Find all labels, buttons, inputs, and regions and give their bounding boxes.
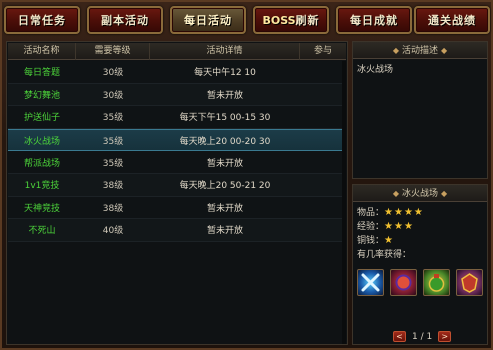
green-pouch-icon[interactable]: [423, 269, 450, 296]
rewards-title: 冰火战场: [401, 189, 438, 199]
activity-level: 30级: [102, 68, 124, 79]
description-header-label: 活动描述: [401, 46, 438, 56]
activity-name: 天神竞技: [23, 203, 60, 214]
next-page-button[interactable]: >: [438, 331, 452, 342]
table-header: 活动名称 需要等级 活动详情 参与: [8, 43, 346, 60]
activity-name: 1v1竞技: [24, 181, 60, 192]
ornament-icon: ◆: [441, 46, 448, 55]
activity-level: 40级: [102, 226, 124, 237]
rewards-panel: ◆ 冰火战场 ◆ 物品： ★★★★ 经验： ★★★ 铜钱： ★ 有几率获得： < 1…: [352, 184, 488, 345]
table-row[interactable]: 帮派战场 35级 暂未开放: [8, 151, 346, 174]
tab-label: 副本活动: [101, 14, 149, 27]
star-icon: ★: [393, 221, 403, 232]
ornament-icon: ◆: [392, 46, 399, 55]
tab-label-prefix: BOSS: [262, 13, 296, 27]
star-icon: ★: [403, 207, 413, 218]
prev-page-button[interactable]: <: [393, 331, 406, 342]
ornament-icon: ◆: [392, 189, 399, 198]
tab-label: 日常任务: [18, 14, 66, 27]
activity-detail: 暂未开放: [206, 226, 243, 237]
star-icon: ★: [384, 235, 393, 246]
table-row[interactable]: 不死山 40级 暂未开放: [8, 219, 346, 242]
tab-dungeon-events[interactable]: 副本活动: [87, 6, 163, 34]
activity-name: 帮派战场: [23, 158, 60, 169]
table-row[interactable]: 梦幻舞池 30级 暂未开放: [8, 83, 346, 107]
crossed-blades-icon[interactable]: [357, 269, 384, 296]
tab-bar: 日常任务 副本活动 每日活动 BOSS 刷新 每日成就 通关战绩: [2, 6, 491, 36]
star-icon: ★: [413, 207, 423, 218]
activity-level: 30级: [102, 90, 124, 101]
activity-table-panel: 活动名称 需要等级 活动详情 参与 每日答题 30级 每天中午12 10 梦幻舞…: [6, 41, 348, 345]
page-indicator: 1 / 1: [412, 331, 433, 342]
activity-detail: 每天中午12 10: [194, 68, 256, 79]
activity-detail: 每天晚上20 50-21 20: [179, 181, 271, 192]
header-required-level: 需要等级: [76, 43, 150, 60]
activity-name: 冰火战场: [23, 136, 60, 147]
exp-rating: 经验： ★★★: [353, 220, 487, 234]
tab-daily-events[interactable]: 每日活动: [170, 6, 246, 34]
table-row[interactable]: 护送仙子 35级 每天下午15 00-15 30: [8, 106, 346, 129]
reward-items: [357, 269, 483, 296]
activity-detail: 暂未开放: [206, 158, 243, 169]
ornament-icon: ◆: [441, 189, 448, 198]
tab-label: 刷新: [295, 14, 320, 27]
items-rating: 物品： ★★★★: [353, 206, 487, 220]
activity-level: 35级: [102, 158, 124, 169]
table-row[interactable]: 每日答题 30级 每天中午12 10: [8, 61, 346, 84]
table-scrollbar[interactable]: [342, 61, 346, 344]
tab-label: 每日成就: [350, 14, 398, 27]
table-row-selected[interactable]: 冰火战场 35级 每天晚上20 00-20 30: [8, 128, 346, 152]
header-activity-details: 活动详情: [150, 43, 300, 60]
star-icon: ★: [384, 207, 393, 218]
coin-stars: ★: [384, 234, 394, 248]
table-row[interactable]: 天神竞技 38级 暂未开放: [8, 196, 346, 220]
tab-clear-records[interactable]: 通关战绩: [414, 6, 490, 34]
exp-stars: ★★★: [384, 220, 414, 234]
description-header: ◆ 活动描述 ◆: [353, 42, 487, 59]
activity-level: 35级: [102, 113, 124, 124]
coin-label: 铜钱：: [357, 236, 385, 246]
coin-rating: 铜钱： ★: [353, 234, 487, 248]
description-text: 冰火战场: [357, 65, 394, 75]
star-icon: ★: [384, 221, 393, 232]
activity-name: 不死山: [28, 226, 56, 237]
activity-detail: 暂未开放: [206, 90, 243, 101]
items-label: 物品：: [357, 208, 385, 218]
activity-level: 38级: [102, 203, 124, 214]
activity-level: 38级: [102, 181, 124, 192]
activity-level: 35级: [102, 136, 124, 147]
tab-daily-achievements[interactable]: 每日成就: [336, 6, 412, 34]
star-icon: ★: [403, 221, 413, 232]
exp-label: 经验：: [357, 222, 385, 232]
tab-boss-refresh[interactable]: BOSS 刷新: [253, 6, 329, 34]
items-stars: ★★★★: [384, 206, 424, 220]
activity-detail: 每天晚上20 00-20 30: [179, 136, 271, 147]
activity-detail: 每天下午15 00-15 30: [179, 113, 271, 124]
activity-name: 护送仙子: [23, 113, 60, 124]
tab-label: 每日活动: [184, 14, 232, 27]
tab-daily-tasks[interactable]: 日常任务: [4, 6, 80, 34]
red-crest-icon[interactable]: [456, 269, 483, 296]
header-participate: 参与: [313, 46, 332, 56]
header-activity-name: 活动名称: [8, 43, 76, 60]
rewards-header: ◆ 冰火战场 ◆: [353, 185, 487, 202]
activity-detail: 暂未开放: [206, 203, 243, 214]
table-body: 每日答题 30级 每天中午12 10 梦幻舞池 30级 暂未开放 护送仙子 35…: [8, 61, 346, 242]
activity-name: 每日答题: [23, 68, 60, 79]
table-row[interactable]: 1v1竞技 38级 每天晚上20 50-21 20: [8, 173, 346, 197]
chance-label: 有几率获得：: [357, 250, 412, 260]
pagination: < 1 / 1 >: [393, 331, 452, 342]
red-orb-icon[interactable]: [390, 269, 417, 296]
star-icon: ★: [393, 207, 403, 218]
activity-name: 梦幻舞池: [23, 90, 60, 101]
tab-label: 通关战绩: [428, 14, 476, 27]
description-panel: ◆ 活动描述 ◆ 冰火战场: [352, 41, 488, 179]
